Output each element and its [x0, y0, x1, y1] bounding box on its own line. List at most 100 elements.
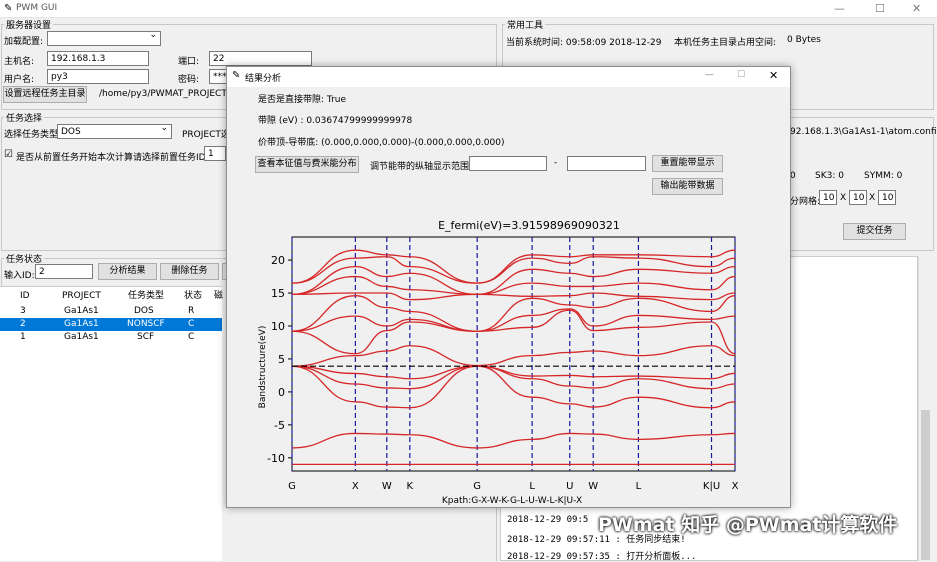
- continue-checkbox[interactable]: ☑: [4, 149, 13, 160]
- row-id: 1: [20, 332, 26, 342]
- dialog-close-button[interactable]: ✕: [769, 69, 778, 82]
- window-titlebar: ✎ PWM GUI — ☐ ✕: [0, 0, 937, 18]
- sk3-label: SK3: 0: [815, 171, 844, 181]
- band-structure-chart[interactable]: E_fermi(eV)=3.91598969090321 Bandstructu…: [227, 197, 790, 507]
- band-line: [291, 345, 736, 367]
- grid-x-input[interactable]: 10: [819, 190, 837, 205]
- window-title: PWM GUI: [16, 3, 58, 13]
- continue-label: 是否从前置任务开始本次计算: [16, 153, 134, 163]
- vbm-cbm-text: 价带顶-导带底: (0.000,0.000,0.000)-(0.000,0.00…: [258, 138, 505, 148]
- row-id: 3: [20, 306, 26, 316]
- col-id: ID: [20, 291, 30, 301]
- chart-ylabel: Bandstructure(eV): [258, 326, 268, 409]
- dialog-minimize-button[interactable]: —: [705, 70, 714, 80]
- log-line: 2018-12-29 09:5: [507, 515, 589, 525]
- row-project: Ga1As1: [64, 306, 99, 316]
- kpoint-label: L: [636, 481, 642, 492]
- grid-sep-1: X: [840, 193, 847, 203]
- dialog-title: 结果分析: [245, 74, 282, 84]
- table-header: ID PROJECT 任务类型 状态 磁: [0, 290, 223, 303]
- host-input[interactable]: 192.168.1.3: [47, 51, 149, 66]
- task-select-legend: 任务选择: [6, 114, 43, 124]
- row-project: Ga1As1: [64, 319, 99, 329]
- analyze-result-button[interactable]: 分析结果: [98, 263, 157, 280]
- grid-z-input[interactable]: 10: [878, 190, 896, 205]
- load-config-label: 加载配置:: [4, 37, 44, 47]
- row-type: NONSCF: [127, 319, 165, 329]
- feather-icon: ✎: [232, 70, 241, 81]
- kpoint-label: K|U: [703, 481, 720, 492]
- maximize-button[interactable]: ☐: [875, 2, 885, 15]
- ytick-label: 10: [271, 320, 285, 333]
- grid-label: 分网格:: [790, 197, 821, 207]
- task-type-label: 选择任务类型:: [4, 130, 62, 140]
- config-path: 92.168.1.3\Ga1As1-1\atom.config: [790, 127, 937, 137]
- kpoint-label: X: [732, 481, 739, 492]
- dialog-maximize-button[interactable]: ☐: [737, 70, 745, 80]
- system-time: 当前系统时间: 09:58:09 2018-12-29: [506, 38, 662, 48]
- kpoint-label: L: [529, 481, 535, 492]
- chart-title: E_fermi(eV)=3.91598969090321: [438, 219, 620, 232]
- col-state: 状态: [184, 291, 203, 301]
- band-line: [291, 275, 736, 295]
- view-eigen-button[interactable]: 查看本征值与费米能分布: [255, 156, 359, 173]
- dir-space-value: 0 Bytes: [787, 35, 821, 45]
- task-type-select[interactable]: DOS: [57, 124, 172, 139]
- result-analysis-dialog: ✎ 结果分析 — ☐ ✕ 是否是直接带隙: True 带隙 (eV) : 0.0…: [226, 66, 791, 508]
- row-type: DOS: [134, 306, 154, 316]
- axes-frame: [291, 236, 736, 472]
- row-id: 2: [20, 319, 26, 329]
- band-line: [291, 266, 736, 295]
- load-config-select[interactable]: [47, 31, 161, 46]
- remote-dir-path: /home/py3/PWMAT_PROJECT: [99, 89, 227, 99]
- delete-task-button[interactable]: 删除任务: [160, 263, 219, 280]
- port-input[interactable]: 22: [209, 51, 312, 66]
- close-button[interactable]: ✕: [912, 2, 921, 15]
- dir-space-label: 本机任务主目录占用空间:: [674, 38, 777, 48]
- table-row-selected[interactable]: 2 Ga1As1 NONSCF C: [0, 318, 222, 331]
- table-row[interactable]: 1 Ga1As1 SCF C: [0, 331, 222, 344]
- port-label: 端口:: [178, 57, 200, 67]
- export-band-button[interactable]: 输出能带数据: [652, 178, 723, 195]
- feather-icon: ✎: [4, 3, 13, 14]
- host-label: 主机名:: [4, 57, 35, 67]
- ytick-label: 5: [278, 353, 285, 366]
- ytick-label: -10: [267, 452, 285, 465]
- range-max-input[interactable]: [567, 156, 646, 171]
- prev-id-input[interactable]: 1: [204, 146, 226, 161]
- range-sep: -: [554, 158, 558, 168]
- minimize-button[interactable]: —: [834, 2, 845, 15]
- dialog-titlebar: ✎ 结果分析 — ☐ ✕: [227, 67, 790, 87]
- ytick-label: 0: [278, 386, 285, 399]
- set-remote-dir-button[interactable]: 设置远程任务主目录: [3, 86, 87, 103]
- kpoint-label: X: [352, 481, 359, 492]
- input-id-field[interactable]: 2: [35, 264, 93, 279]
- ytick-label: -5: [274, 419, 285, 432]
- ytick-label: 20: [271, 254, 285, 267]
- kpoint-label: G: [473, 481, 481, 492]
- grid-sep-2: X: [869, 193, 876, 203]
- user-input[interactable]: py3: [47, 69, 149, 84]
- reset-band-button[interactable]: 重置能带显示: [652, 155, 723, 172]
- range-label: 调节能带的纵轴显示范围:: [370, 162, 473, 172]
- grid-y-input[interactable]: 10: [849, 190, 867, 205]
- row-state: C: [188, 319, 195, 329]
- project-select-label: PROJECT选: [182, 130, 230, 140]
- task-table[interactable]: ID PROJECT 任务类型 状态 磁 3 Ga1As1 DOS R 2 Ga…: [0, 286, 223, 561]
- log-line: 2018-12-29 09:57:35 : 打开分析面板...: [507, 552, 697, 562]
- kpoint-label: W: [588, 481, 598, 492]
- chart-xlabel: Kpath:G-X-W-K-G-L-U-W-L-K|U-X: [442, 496, 582, 506]
- tools-legend: 常用工具: [507, 21, 544, 31]
- kpoint-label: U: [566, 481, 573, 492]
- range-min-input[interactable]: [469, 156, 547, 171]
- submit-task-button[interactable]: 提交任务: [843, 223, 906, 240]
- prev-id-label: 请选择前置任务ID:: [133, 153, 209, 163]
- log-scrollbar-thumb[interactable]: [921, 410, 930, 560]
- table-row[interactable]: 3 Ga1As1 DOS R: [0, 305, 222, 318]
- row-project: Ga1As1: [64, 332, 99, 342]
- user-label: 用户名:: [4, 75, 35, 85]
- server-settings-legend: 服务器设置: [6, 21, 52, 31]
- password-label: 密码:: [178, 75, 200, 85]
- ytick-label: 15: [271, 287, 285, 300]
- row-type: SCF: [137, 332, 155, 342]
